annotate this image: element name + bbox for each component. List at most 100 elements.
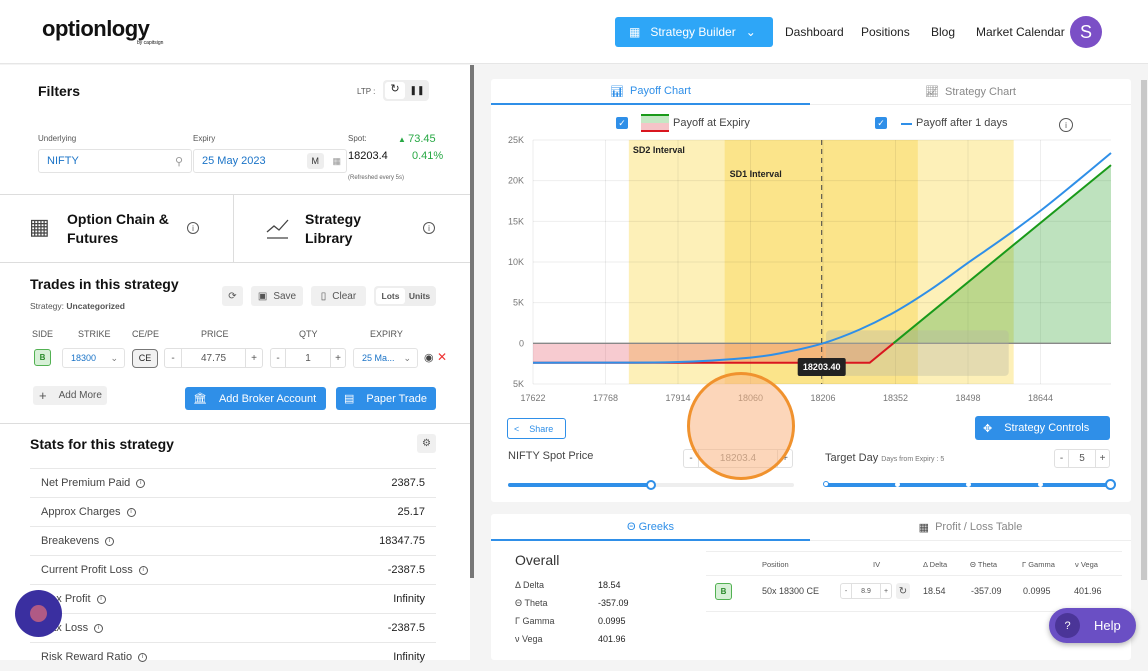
info-icon[interactable]: i	[105, 536, 115, 546]
ce-pe-toggle[interactable]: CE	[132, 349, 158, 368]
share-button[interactable]: < Share	[507, 418, 566, 439]
reset-icon[interactable]: ⟳	[222, 286, 243, 306]
overall-greek-value: -357.09	[598, 598, 629, 608]
clear-button[interactable]: ▯ Clear	[311, 286, 366, 306]
reset-iv-icon[interactable]: ↻	[896, 583, 910, 599]
strategy-controls-button[interactable]: ✥ Strategy Controls	[975, 416, 1110, 440]
add-more-button[interactable]: + Add More	[33, 386, 107, 405]
info-icon[interactable]: i	[94, 623, 104, 633]
change-percent: 0.41%	[412, 150, 444, 162]
slider-thumb[interactable]	[646, 480, 656, 490]
qty-stepper[interactable]: -1 +	[270, 348, 346, 368]
spot-price-stepper[interactable]: -18203.4 +	[683, 449, 793, 468]
increment-button[interactable]: +	[245, 349, 262, 367]
document-icon: ▤	[344, 393, 355, 405]
expiry-select[interactable]: 25 Ma... ⌄	[353, 348, 418, 368]
info-icon[interactable]: i	[187, 222, 199, 234]
save-button[interactable]: ▣ Save	[251, 286, 303, 306]
spot-price-value[interactable]: 18203.4	[699, 450, 777, 467]
underlying-input[interactable]: NIFTY ⚲	[38, 149, 192, 173]
x-tick-label: 18352	[883, 393, 908, 403]
overall-greek-label: Δ Delta	[515, 580, 545, 590]
avatar[interactable]: S	[1070, 16, 1102, 48]
stats-title: Stats for this strategy	[30, 436, 174, 452]
increment-button[interactable]: +	[880, 584, 891, 598]
expiry-input[interactable]: 25 May 2023 M ▦	[193, 149, 347, 173]
info-icon[interactable]: i	[138, 652, 148, 662]
spot-price-slider[interactable]	[508, 480, 794, 490]
save-icon: ▣	[257, 290, 268, 302]
strategy-builder-button[interactable]: ▦ Strategy Builder ⌄	[615, 17, 773, 47]
ltp-toggle: ↻ ❚❚	[383, 80, 429, 101]
strike-select[interactable]: 18300 ⌄	[62, 348, 125, 368]
tab-greeks[interactable]: Θ Greeks	[491, 514, 810, 541]
tab-strategy-chart[interactable]: 📈︎ Strategy Chart	[810, 79, 1131, 105]
strategy-library-label: Strategy Library	[305, 211, 362, 246]
x-tick-label: 18644	[1028, 393, 1053, 403]
left-scrollbar[interactable]	[470, 65, 474, 578]
decrement-button[interactable]: -	[1055, 450, 1069, 467]
info-icon[interactable]: i	[423, 222, 435, 234]
qty-value[interactable]: 1	[286, 349, 330, 367]
refresh-icon[interactable]: ↻	[385, 82, 405, 99]
spot-marker-label: 18203.40	[803, 362, 841, 372]
option-chain-link[interactable]: ▦ Option Chain & Futures i	[0, 195, 233, 262]
paper-trade-button[interactable]: ▤ Paper Trade	[336, 387, 436, 410]
ltp-label: LTP :	[357, 87, 376, 96]
slider-thumb[interactable]	[1105, 479, 1116, 490]
lots-units-toggle: Lots Units	[374, 286, 436, 306]
info-icon[interactable]: i	[96, 594, 106, 604]
increment-button[interactable]: +	[1095, 450, 1109, 467]
close-icon[interactable]: ✕	[437, 350, 447, 364]
target-day-value[interactable]: 5	[1069, 450, 1095, 467]
stat-label: Risk Reward Ratio	[41, 651, 133, 663]
payoff-chart[interactable]: 25K 20K 15K 10K 5K 0 5K 17622 17768 17914 18060 182…	[491, 130, 1131, 410]
right-scrollbar[interactable]	[1141, 80, 1147, 580]
decrement-button[interactable]: -	[684, 450, 699, 467]
expiry-checkbox[interactable]: ✓	[616, 117, 628, 129]
target-day-stepper[interactable]: -5 +	[1054, 449, 1110, 468]
gamma-cell: 0.0995	[1023, 586, 1051, 596]
divider	[0, 262, 470, 263]
nav-market-calendar[interactable]: Market Calendar	[976, 25, 1065, 39]
units-option[interactable]: Units	[405, 288, 434, 304]
table-icon: ▦	[918, 521, 930, 534]
greeks-col-header: Γ Gamma	[1022, 560, 1055, 569]
info-icon[interactable]: i	[136, 478, 146, 488]
search-icon: ⚲	[174, 155, 183, 168]
price-stepper[interactable]: -47.75 +	[164, 348, 263, 368]
iv-stepper[interactable]: -8.9 +	[840, 583, 892, 599]
lots-option[interactable]: Lots	[376, 288, 405, 304]
side-buy-badge[interactable]: B	[34, 349, 51, 366]
increment-button[interactable]: +	[777, 450, 792, 467]
tab-profit-loss-table[interactable]: ▦ Profit / Loss Table	[810, 514, 1131, 541]
nav-positions[interactable]: Positions	[861, 25, 910, 39]
add-broker-account-button[interactable]: 🏛︎ Add Broker Account	[185, 387, 326, 410]
chart-line-icon	[266, 219, 289, 239]
overall-title: Overall	[515, 552, 560, 568]
logo[interactable]: optionlogy	[42, 16, 150, 42]
table-icon: ▦	[29, 214, 50, 239]
tab-payoff-chart[interactable]: 📊︎ Payoff Chart	[491, 79, 810, 105]
nav-dashboard[interactable]: Dashboard	[785, 25, 844, 39]
monthly-badge[interactable]: M	[306, 153, 324, 169]
eye-icon[interactable]: ◉	[424, 351, 434, 364]
calendar-icon[interactable]: ▦	[332, 156, 341, 167]
help-button[interactable]: ? Help	[1049, 608, 1136, 643]
info-icon[interactable]: i	[126, 507, 136, 517]
pause-icon[interactable]: ❚❚	[407, 82, 427, 99]
decrement-button[interactable]: -	[165, 349, 182, 367]
iv-value[interactable]: 8.9	[852, 584, 880, 598]
target-day-slider[interactable]	[823, 479, 1116, 490]
nav-blog[interactable]: Blog	[931, 25, 955, 39]
decrement-button[interactable]: -	[271, 349, 286, 367]
recording-indicator[interactable]	[15, 590, 62, 637]
x-tick-label: 18060	[738, 393, 763, 403]
strategy-library-link[interactable]: Strategy Library i	[234, 195, 470, 262]
gear-icon[interactable]: ⚙	[417, 434, 436, 453]
increment-button[interactable]: +	[330, 349, 345, 367]
decrement-button[interactable]: -	[841, 584, 852, 598]
price-value[interactable]: 47.75	[182, 349, 245, 367]
info-icon[interactable]: i	[138, 565, 148, 575]
after-checkbox[interactable]: ✓	[875, 117, 887, 129]
